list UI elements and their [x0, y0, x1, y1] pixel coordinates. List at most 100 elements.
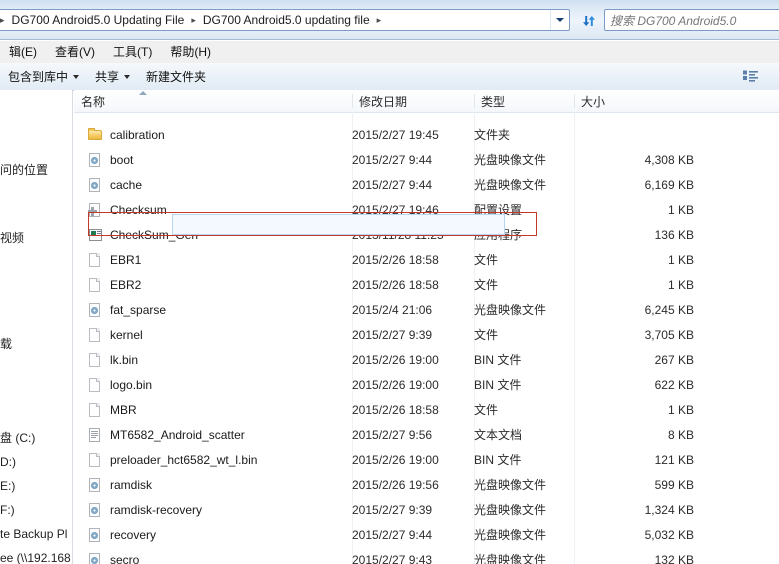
- nav-item-1[interactable]: 视频: [0, 230, 24, 246]
- cell-name[interactable]: secro: [74, 549, 326, 564]
- navigation-pane[interactable]: 问的位置视频载盘 (C:) D:) E:) F:) te Backup Pl ee (\\…: [0, 90, 72, 564]
- table-row[interactable]: fat_sparse 2015/2/4 21:06 光盘映像文件 6,245 KB: [74, 299, 779, 320]
- file-list[interactable]: 名称 修改日期 类型 大小 calibration 2015/2/27 19:45 文件夹…: [74, 90, 779, 564]
- application-icon-bars: [97, 230, 101, 237]
- nav-item-7[interactable]: te Backup Pl: [0, 526, 67, 542]
- disc-image-icon: [88, 177, 103, 193]
- menu-item-tools[interactable]: 工具(T): [104, 42, 161, 62]
- breadcrumb-separator-2[interactable]: ▸: [374, 12, 385, 28]
- file-icon: [88, 452, 103, 468]
- cell-size: 3,705 KB: [644, 327, 694, 342]
- cell-name[interactable]: lk.bin: [74, 349, 326, 370]
- cell-name[interactable]: ramdisk: [74, 474, 326, 495]
- cell-name[interactable]: preloader_hct6582_wt_l.bin: [74, 449, 326, 470]
- nav-item-2[interactable]: 载: [0, 336, 12, 352]
- cell-name[interactable]: EBR2: [74, 274, 326, 295]
- selected-row-highlight: [172, 214, 505, 235]
- cell-name[interactable]: fat_sparse: [74, 299, 326, 320]
- file-name: secro: [110, 552, 140, 564]
- column-header-size[interactable]: 大小: [574, 90, 702, 112]
- table-row[interactable]: MT6582_Android_scatter 2015/2/27 9:56 文本文档…: [74, 424, 779, 445]
- table-row[interactable]: MBR 2015/2/26 18:58 文件 1 KB: [74, 399, 779, 420]
- address-history-dropdown[interactable]: [550, 10, 569, 30]
- command-include-in-library[interactable]: 包含到库中: [0, 65, 87, 88]
- file-name: ramdisk: [110, 477, 153, 492]
- cell-name[interactable]: EBR1: [74, 249, 326, 270]
- table-row[interactable]: cache 2015/2/27 9:44 光盘映像文件 6,169 KB: [74, 174, 779, 195]
- command-share[interactable]: 共享: [87, 65, 138, 88]
- cell-name[interactable]: MT6582_Android_scatter: [74, 424, 326, 445]
- table-row[interactable]: EBR1 2015/2/26 18:58 文件 1 KB: [74, 249, 779, 270]
- breadcrumb-item-1[interactable]: DG700 Android5.0 updating file: [199, 10, 374, 30]
- cell-size: 132 KB: [654, 552, 694, 564]
- table-row[interactable]: lk.bin 2015/2/26 19:00 BIN 文件 267 KB: [74, 349, 779, 370]
- cell-name[interactable]: recovery: [74, 524, 326, 545]
- file-name: preloader_hct6582_wt_l.bin: [110, 452, 258, 467]
- column-divider-type[interactable]: [474, 94, 475, 108]
- folder-icon: [88, 127, 103, 143]
- chevron-down-icon: [73, 74, 80, 79]
- disc-image-icon: [88, 552, 103, 564]
- nav-item-4[interactable]: D:): [0, 454, 16, 470]
- column-header-size-label: 大小: [581, 94, 606, 109]
- column-header-name-label: 名称: [81, 94, 106, 109]
- table-row[interactable]: calibration 2015/2/27 19:45 文件夹: [74, 124, 779, 145]
- refresh-button[interactable]: [576, 9, 602, 33]
- cell-size: 599 KB: [654, 477, 694, 492]
- cell-size: 6,245 KB: [644, 302, 694, 317]
- table-row[interactable]: recovery 2015/2/27 9:44 光盘映像文件 5,032 KB: [74, 524, 779, 545]
- nav-item-5[interactable]: E:): [0, 478, 15, 494]
- breadcrumb-item-0[interactable]: DG700 Android5.0 Updating File: [8, 10, 189, 30]
- cell-name[interactable]: MBR: [74, 399, 326, 420]
- nav-item-0[interactable]: 问的位置: [0, 162, 48, 178]
- file-icon: [88, 277, 103, 293]
- column-header-type[interactable]: 类型: [474, 90, 574, 112]
- table-row[interactable]: EBR2 2015/2/26 18:58 文件 1 KB: [74, 274, 779, 295]
- column-divider-size[interactable]: [574, 94, 575, 108]
- cell-name[interactable]: calibration: [74, 124, 326, 145]
- search-input[interactable]: 搜索 DG700 Android5.0: [610, 12, 736, 29]
- cell-name[interactable]: boot: [74, 149, 326, 170]
- menu-item-help[interactable]: 帮助(H): [161, 42, 220, 62]
- cell-name[interactable]: cache: [74, 174, 326, 195]
- table-row[interactable]: ramdisk-recovery 2015/2/27 9:39 光盘映像文件 1,32…: [74, 499, 779, 520]
- cell-modified-date: 2015/2/26 18:58: [352, 252, 439, 267]
- file-icon: [88, 352, 103, 368]
- column-header-name[interactable]: 名称: [74, 90, 352, 112]
- cell-modified-date: 2015/2/26 18:58: [352, 402, 439, 417]
- column-divider-date[interactable]: [352, 94, 353, 108]
- breadcrumb[interactable]: ▸ DG700 Android5.0 Updating File ▸ DG700…: [0, 10, 550, 30]
- cell-size: 267 KB: [654, 352, 694, 367]
- file-name: EBR2: [110, 277, 142, 292]
- cell-name[interactable]: logo.bin: [74, 374, 326, 395]
- nav-item-3[interactable]: 盘 (C:): [0, 430, 35, 446]
- cell-name[interactable]: ramdisk-recovery: [74, 499, 326, 520]
- cell-name[interactable]: kernel: [74, 324, 326, 345]
- command-new-folder[interactable]: 新建文件夹: [138, 65, 214, 88]
- table-row[interactable]: logo.bin 2015/2/26 19:00 BIN 文件 622 KB: [74, 374, 779, 395]
- chevron-down-icon: [556, 18, 564, 22]
- search-box[interactable]: 搜索 DG700 Android5.0: [604, 9, 779, 31]
- disc-image-icon: [88, 527, 103, 543]
- pane-splitter[interactable]: [72, 90, 73, 564]
- disc-image-icon: [88, 302, 103, 318]
- address-bar[interactable]: ▸ DG700 Android5.0 Updating File ▸ DG700…: [0, 9, 570, 31]
- cell-modified-date: 2015/2/27 9:44: [352, 152, 433, 167]
- cell-size: 622 KB: [654, 377, 694, 392]
- nav-item-6[interactable]: F:): [0, 502, 15, 518]
- cell-size: 136 KB: [654, 227, 694, 242]
- column-header-date[interactable]: 修改日期: [352, 90, 474, 112]
- cell-modified-date: 2015/2/26 19:00: [352, 352, 439, 367]
- table-row[interactable]: boot 2015/2/27 9:44 光盘映像文件 4,308 KB: [74, 149, 779, 170]
- cell-modified-date: 2015/2/26 19:56: [352, 477, 439, 492]
- menu-bar: 辑(E) 查看(V) 工具(T) 帮助(H): [0, 41, 779, 63]
- nav-item-8[interactable]: ee (\\192.168: [0, 550, 71, 564]
- table-row[interactable]: preloader_hct6582_wt_l.bin 2015/2/26 19:0…: [74, 449, 779, 470]
- table-row[interactable]: ramdisk 2015/2/26 19:56 光盘映像文件 599 KB: [74, 474, 779, 495]
- menu-item-view[interactable]: 查看(V): [46, 42, 104, 62]
- table-row[interactable]: kernel 2015/2/27 9:39 文件 3,705 KB: [74, 324, 779, 345]
- file-name: calibration: [110, 127, 165, 142]
- menu-item-edit[interactable]: 辑(E): [0, 42, 46, 62]
- table-row[interactable]: secro 2015/2/27 9:43 光盘映像文件 132 KB: [74, 549, 779, 564]
- change-view-button[interactable]: [735, 66, 775, 87]
